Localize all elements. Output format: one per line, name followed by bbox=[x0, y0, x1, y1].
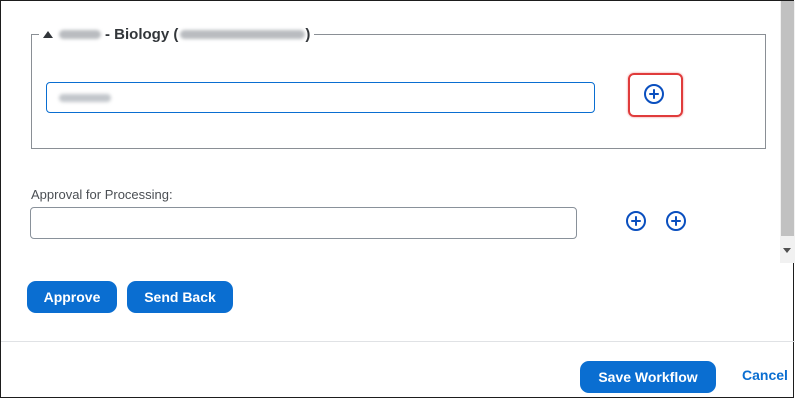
redacted-identifier bbox=[180, 29, 306, 39]
section-header: - Biology ( ) bbox=[39, 24, 315, 44]
vertical-scrollbar[interactable] bbox=[780, 1, 795, 263]
workflow-dialog: - Biology ( ) Approval for Processing: A… bbox=[0, 0, 795, 398]
send-back-button[interactable]: Send Back bbox=[127, 281, 233, 313]
scrollbar-thumb[interactable] bbox=[781, 1, 794, 236]
collapse-triangle-icon[interactable] bbox=[43, 30, 53, 38]
add-approver-icon[interactable] bbox=[644, 84, 664, 104]
approver-input[interactable] bbox=[46, 82, 595, 113]
approve-button[interactable]: Approve bbox=[27, 281, 117, 313]
section-title: - Biology ( bbox=[105, 25, 179, 43]
redacted-approver-value bbox=[59, 94, 111, 102]
approval-processing-input[interactable] bbox=[30, 207, 577, 239]
save-workflow-button[interactable]: Save Workflow bbox=[580, 361, 716, 393]
cancel-link[interactable]: Cancel bbox=[742, 367, 788, 383]
section-title-close: ) bbox=[305, 25, 311, 43]
add-approval-icon-1[interactable] bbox=[626, 211, 646, 231]
add-approval-icon-2[interactable] bbox=[666, 211, 686, 231]
redacted-code bbox=[59, 29, 101, 39]
approval-label: Approval for Processing: bbox=[31, 187, 173, 202]
footer-divider bbox=[1, 341, 795, 342]
scroll-down-arrow-icon[interactable] bbox=[783, 248, 791, 253]
